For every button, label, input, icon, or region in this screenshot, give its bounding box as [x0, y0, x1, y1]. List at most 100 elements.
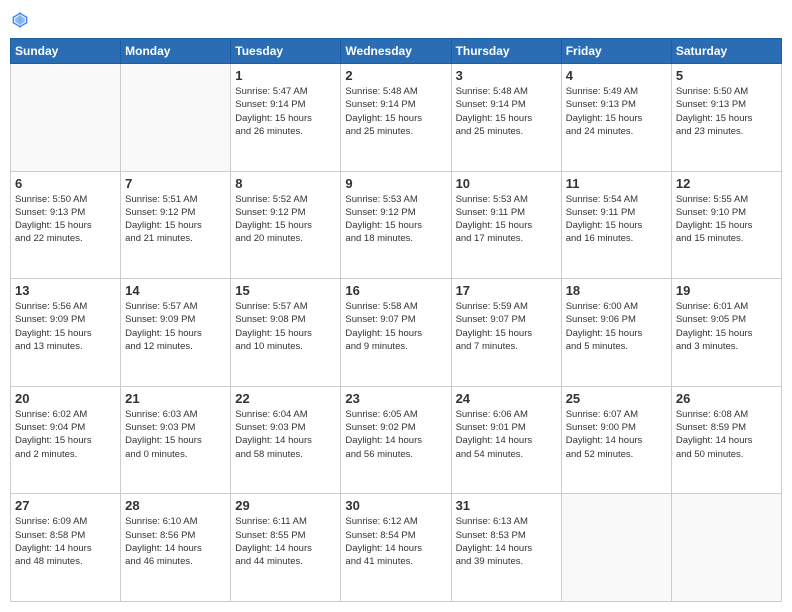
- day-cell: 4 Sunrise: 5:49 AM Sunset: 9:13 PM Daylig…: [561, 64, 671, 172]
- day-number: 26: [676, 391, 777, 406]
- day-cell: 19Sunrise: 6:01 AM Sunset: 9:05 PM Dayli…: [671, 279, 781, 387]
- day-info: Sunrise: 5:49 AM Sunset: 9:13 PM Dayligh…: [566, 85, 667, 138]
- day-info: Sunrise: 6:11 AM Sunset: 8:55 PM Dayligh…: [235, 515, 336, 568]
- week-row-4: 20 Sunrise: 6:02 AM Sunset: 9:04 PM Dayli…: [11, 386, 782, 494]
- day-info: Sunrise: 6:10 AM Sunset: 8:56 PM Dayligh…: [125, 515, 226, 568]
- day-cell: 1 Sunrise: 5:47 AM Sunset: 9:14 PM Daylig…: [231, 64, 341, 172]
- day-info: Sunrise: 5:48 AM Sunset: 9:14 PM Dayligh…: [456, 85, 557, 138]
- day-cell: 7Sunrise: 5:51 AM Sunset: 9:12 PM Daylig…: [121, 171, 231, 279]
- day-info: Sunrise: 6:04 AM Sunset: 9:03 PM Dayligh…: [235, 408, 336, 461]
- week-row-3: 13 Sunrise: 5:56 AM Sunset: 9:09 PM Dayli…: [11, 279, 782, 387]
- day-info: Sunrise: 5:57 AM Sunset: 9:09 PM Dayligh…: [125, 300, 226, 353]
- weekday-saturday: Saturday: [671, 39, 781, 64]
- day-info: Sunrise: 5:50 AM Sunset: 9:13 PM Dayligh…: [676, 85, 777, 138]
- day-cell: 26 Sunrise: 6:08 AM Sunset: 8:59 PM Dayli…: [671, 386, 781, 494]
- day-cell: 18 Sunrise: 6:00 AM Sunset: 9:06 PM Dayli…: [561, 279, 671, 387]
- day-number: 27: [15, 498, 116, 513]
- day-cell: 22 Sunrise: 6:04 AM Sunset: 9:03 PM Dayli…: [231, 386, 341, 494]
- day-number: 2: [345, 68, 446, 83]
- day-cell: 12 Sunrise: 5:55 AM Sunset: 9:10 PM Dayli…: [671, 171, 781, 279]
- day-number: 15: [235, 283, 336, 298]
- day-info: Sunrise: 5:58 AM Sunset: 9:07 PM Dayligh…: [345, 300, 446, 353]
- weekday-header-row: SundayMondayTuesdayWednesdayThursdayFrid…: [11, 39, 782, 64]
- day-info: Sunrise: 6:00 AM Sunset: 9:06 PM Dayligh…: [566, 300, 667, 353]
- day-cell: 10Sunrise: 5:53 AM Sunset: 9:11 PM Dayli…: [451, 171, 561, 279]
- day-cell: 27 Sunrise: 6:09 AM Sunset: 8:58 PM Dayli…: [11, 494, 121, 602]
- week-row-5: 27 Sunrise: 6:09 AM Sunset: 8:58 PM Dayli…: [11, 494, 782, 602]
- day-number: 17: [456, 283, 557, 298]
- day-number: 8: [235, 176, 336, 191]
- header: [10, 10, 782, 30]
- day-cell: 11 Sunrise: 5:54 AM Sunset: 9:11 PM Dayli…: [561, 171, 671, 279]
- logo: [10, 10, 34, 30]
- day-number: 29: [235, 498, 336, 513]
- day-cell: 23 Sunrise: 6:05 AM Sunset: 9:02 PM Dayli…: [341, 386, 451, 494]
- day-number: 14: [125, 283, 226, 298]
- day-info: Sunrise: 6:05 AM Sunset: 9:02 PM Dayligh…: [345, 408, 446, 461]
- weekday-monday: Monday: [121, 39, 231, 64]
- day-cell: [121, 64, 231, 172]
- day-cell: 20 Sunrise: 6:02 AM Sunset: 9:04 PM Dayli…: [11, 386, 121, 494]
- day-number: 23: [345, 391, 446, 406]
- week-row-1: 1 Sunrise: 5:47 AM Sunset: 9:14 PM Daylig…: [11, 64, 782, 172]
- day-number: 1: [235, 68, 336, 83]
- day-number: 19: [676, 283, 777, 298]
- day-cell: 13 Sunrise: 5:56 AM Sunset: 9:09 PM Dayli…: [11, 279, 121, 387]
- day-cell: [11, 64, 121, 172]
- day-info: Sunrise: 5:48 AM Sunset: 9:14 PM Dayligh…: [345, 85, 446, 138]
- day-info: Sunrise: 5:57 AM Sunset: 9:08 PM Dayligh…: [235, 300, 336, 353]
- day-cell: 24Sunrise: 6:06 AM Sunset: 9:01 PM Dayli…: [451, 386, 561, 494]
- day-number: 10: [456, 176, 557, 191]
- day-info: Sunrise: 6:13 AM Sunset: 8:53 PM Dayligh…: [456, 515, 557, 568]
- day-cell: 6 Sunrise: 5:50 AM Sunset: 9:13 PM Daylig…: [11, 171, 121, 279]
- day-cell: 25 Sunrise: 6:07 AM Sunset: 9:00 PM Dayli…: [561, 386, 671, 494]
- day-info: Sunrise: 5:55 AM Sunset: 9:10 PM Dayligh…: [676, 193, 777, 246]
- day-number: 18: [566, 283, 667, 298]
- day-cell: [671, 494, 781, 602]
- weekday-sunday: Sunday: [11, 39, 121, 64]
- day-info: Sunrise: 6:09 AM Sunset: 8:58 PM Dayligh…: [15, 515, 116, 568]
- day-cell: 31 Sunrise: 6:13 AM Sunset: 8:53 PM Dayli…: [451, 494, 561, 602]
- weekday-friday: Friday: [561, 39, 671, 64]
- weekday-tuesday: Tuesday: [231, 39, 341, 64]
- day-cell: 5 Sunrise: 5:50 AM Sunset: 9:13 PM Daylig…: [671, 64, 781, 172]
- day-cell: 14 Sunrise: 5:57 AM Sunset: 9:09 PM Dayli…: [121, 279, 231, 387]
- day-number: 4: [566, 68, 667, 83]
- day-info: Sunrise: 6:07 AM Sunset: 9:00 PM Dayligh…: [566, 408, 667, 461]
- day-cell: 28 Sunrise: 6:10 AM Sunset: 8:56 PM Dayli…: [121, 494, 231, 602]
- day-info: Sunrise: 5:54 AM Sunset: 9:11 PM Dayligh…: [566, 193, 667, 246]
- day-number: 20: [15, 391, 116, 406]
- day-info: Sunrise: 6:08 AM Sunset: 8:59 PM Dayligh…: [676, 408, 777, 461]
- day-info: Sunrise: 6:02 AM Sunset: 9:04 PM Dayligh…: [15, 408, 116, 461]
- day-cell: 9 Sunrise: 5:53 AM Sunset: 9:12 PM Daylig…: [341, 171, 451, 279]
- day-info: Sunrise: 5:50 AM Sunset: 9:13 PM Dayligh…: [15, 193, 116, 246]
- day-cell: 15 Sunrise: 5:57 AM Sunset: 9:08 PM Dayli…: [231, 279, 341, 387]
- day-number: 7: [125, 176, 226, 191]
- day-cell: 3 Sunrise: 5:48 AM Sunset: 9:14 PM Daylig…: [451, 64, 561, 172]
- day-number: 3: [456, 68, 557, 83]
- day-cell: 2 Sunrise: 5:48 AM Sunset: 9:14 PM Daylig…: [341, 64, 451, 172]
- page: SundayMondayTuesdayWednesdayThursdayFrid…: [0, 0, 792, 612]
- day-number: 31: [456, 498, 557, 513]
- day-number: 11: [566, 176, 667, 191]
- day-info: Sunrise: 6:03 AM Sunset: 9:03 PM Dayligh…: [125, 408, 226, 461]
- weekday-thursday: Thursday: [451, 39, 561, 64]
- day-number: 22: [235, 391, 336, 406]
- day-info: Sunrise: 5:47 AM Sunset: 9:14 PM Dayligh…: [235, 85, 336, 138]
- day-number: 6: [15, 176, 116, 191]
- day-info: Sunrise: 5:53 AM Sunset: 9:12 PM Dayligh…: [345, 193, 446, 246]
- day-number: 5: [676, 68, 777, 83]
- day-number: 13: [15, 283, 116, 298]
- day-info: Sunrise: 5:56 AM Sunset: 9:09 PM Dayligh…: [15, 300, 116, 353]
- day-number: 12: [676, 176, 777, 191]
- day-number: 28: [125, 498, 226, 513]
- day-cell: 30Sunrise: 6:12 AM Sunset: 8:54 PM Dayli…: [341, 494, 451, 602]
- day-number: 25: [566, 391, 667, 406]
- weekday-wednesday: Wednesday: [341, 39, 451, 64]
- day-cell: 17 Sunrise: 5:59 AM Sunset: 9:07 PM Dayli…: [451, 279, 561, 387]
- day-number: 9: [345, 176, 446, 191]
- day-info: Sunrise: 5:59 AM Sunset: 9:07 PM Dayligh…: [456, 300, 557, 353]
- day-info: Sunrise: 5:52 AM Sunset: 9:12 PM Dayligh…: [235, 193, 336, 246]
- logo-icon: [10, 10, 30, 30]
- day-number: 30: [345, 498, 446, 513]
